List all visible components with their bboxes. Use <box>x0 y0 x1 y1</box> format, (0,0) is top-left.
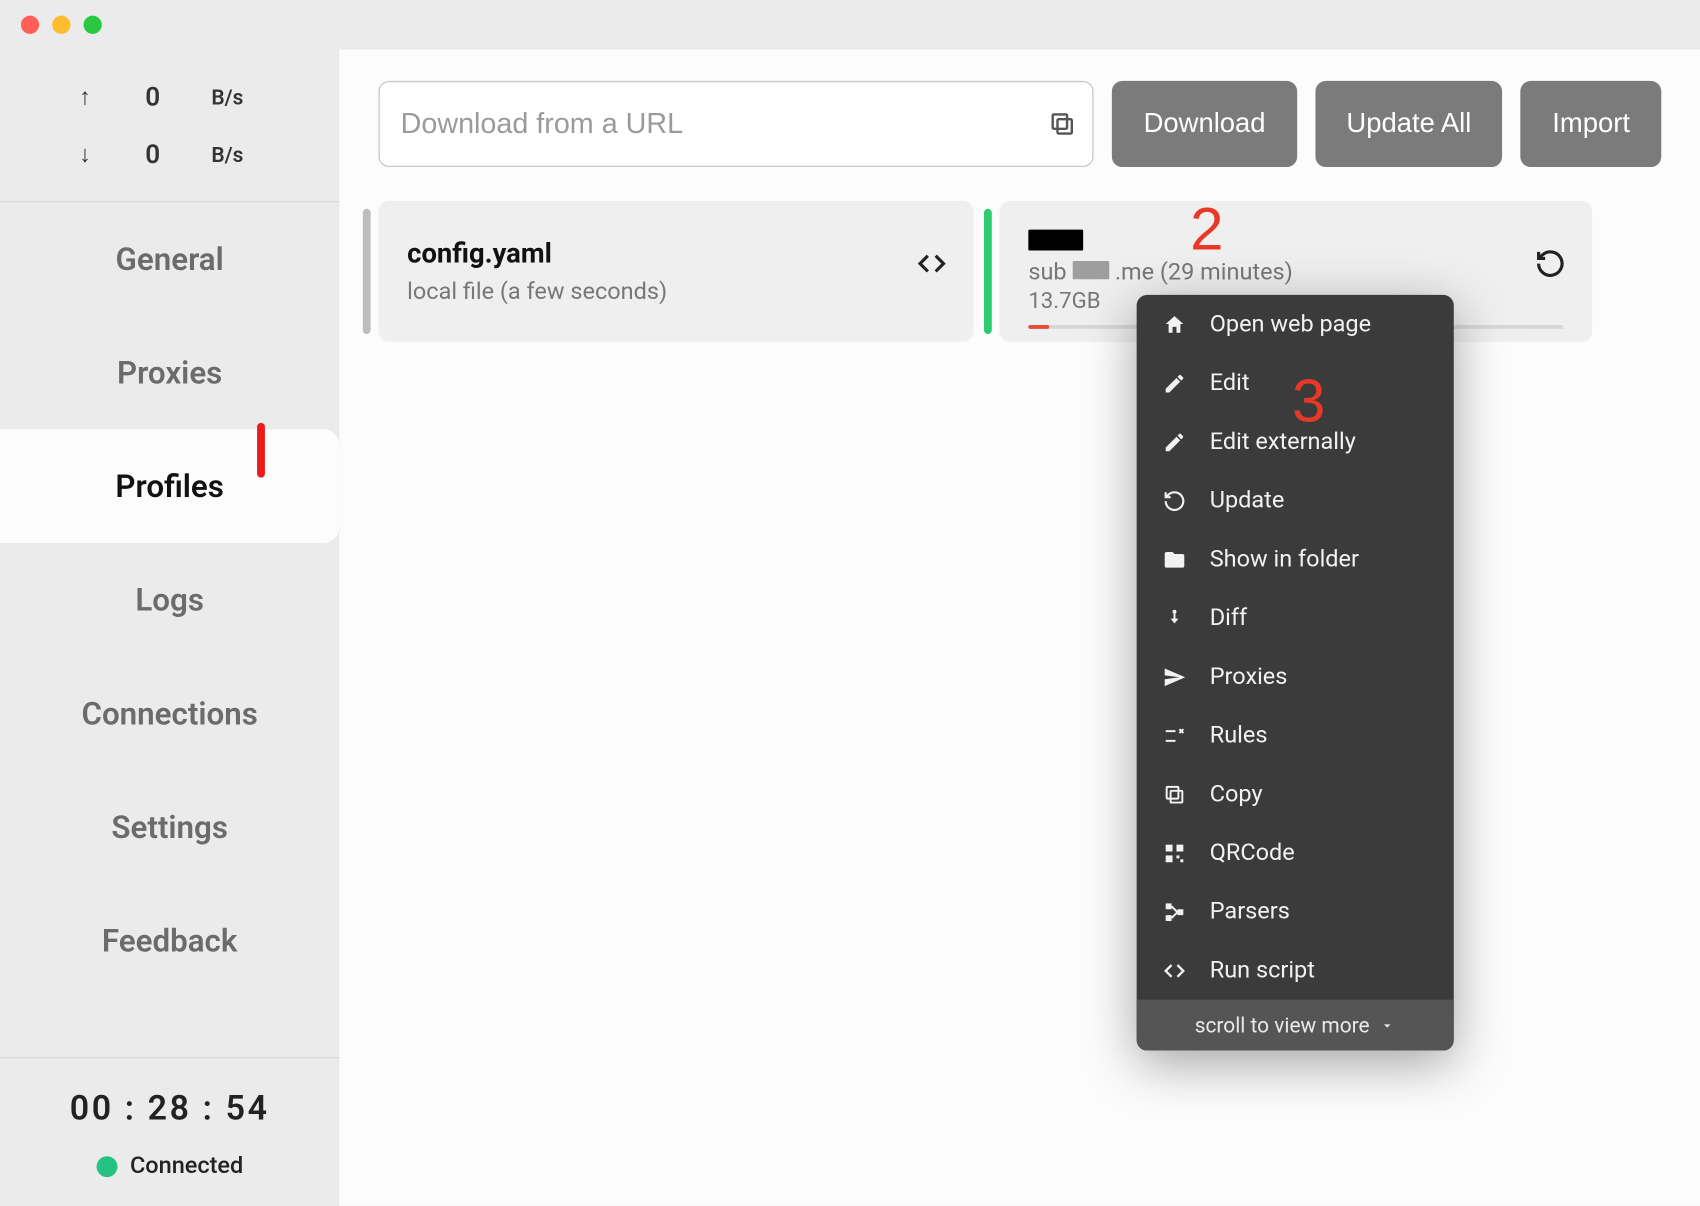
sidebar-nav: General Proxies Profiles Logs Connection… <box>0 202 339 997</box>
connection-status: Connected <box>0 1152 339 1179</box>
upload-speed-value: 0 <box>131 81 175 112</box>
window-maximize-button[interactable] <box>84 16 102 34</box>
remote-sub-suffix: .me (29 minutes) <box>1115 258 1293 285</box>
code-icon <box>1163 959 1186 982</box>
upload-speed-row: ↑ 0 B/s <box>31 68 308 125</box>
card-indicator <box>363 209 371 334</box>
redacted-text <box>1072 260 1109 278</box>
ctx-rules[interactable]: Rules <box>1137 706 1454 765</box>
rules-icon <box>1163 724 1186 747</box>
profile-subtitle: local file (a few seconds) <box>407 277 945 304</box>
sidebar-item-connections[interactable]: Connections <box>0 656 339 770</box>
ctx-label: Edit externally <box>1210 428 1356 455</box>
ctx-diff[interactable]: Diff <box>1137 589 1454 648</box>
profile-cards: config.yaml local file (a few seconds) s… <box>378 201 1661 342</box>
download-button[interactable]: Download <box>1112 81 1297 167</box>
refresh-icon[interactable] <box>1535 248 1566 279</box>
ctx-scroll-more[interactable]: scroll to view more <box>1137 1000 1454 1051</box>
ctx-label: Run script <box>1210 957 1315 984</box>
folder-icon <box>1163 547 1186 570</box>
sidebar-item-profiles[interactable]: Profiles <box>0 429 339 543</box>
download-speed-value: 0 <box>131 138 175 169</box>
uptime-display: 00 : 28 : 54 <box>0 1090 339 1129</box>
ctx-edit[interactable]: Edit <box>1137 354 1454 413</box>
send-icon <box>1163 665 1186 688</box>
ctx-edit-externally[interactable]: Edit externally <box>1137 412 1454 471</box>
ctx-label: Open web page <box>1210 311 1371 338</box>
upload-arrow-icon: ↑ <box>76 83 94 110</box>
ctx-label: Copy <box>1210 780 1263 807</box>
profile-subtitle-remote: sub .me (29 minutes) <box>1028 258 1563 285</box>
ctx-qrcode[interactable]: QRCode <box>1137 823 1454 882</box>
ctx-run-script[interactable]: Run script <box>1137 941 1454 1000</box>
parsers-icon <box>1163 900 1186 923</box>
pencil-icon <box>1163 430 1186 453</box>
chevron-down-icon <box>1380 1017 1396 1033</box>
profile-title: config.yaml <box>407 238 945 269</box>
download-speed-row: ↓ 0 B/s <box>31 125 308 182</box>
ctx-label: Update <box>1210 487 1285 514</box>
window-minimize-button[interactable] <box>52 16 70 34</box>
refresh-icon <box>1163 489 1186 512</box>
window-close-button[interactable] <box>21 16 39 34</box>
sidebar: ↑ 0 B/s ↓ 0 B/s General Proxies Profiles… <box>0 50 339 1206</box>
connection-status-label: Connected <box>130 1152 243 1179</box>
download-speed-unit: B/s <box>211 142 243 167</box>
paste-icon[interactable] <box>1048 110 1077 139</box>
ctx-label: Rules <box>1210 722 1268 749</box>
diff-icon <box>1163 606 1186 629</box>
remote-sub-prefix: sub <box>1028 258 1066 285</box>
qrcode-icon <box>1163 841 1186 864</box>
ctx-label: Show in folder <box>1210 545 1359 572</box>
ctx-update[interactable]: Update <box>1137 471 1454 530</box>
copy-icon <box>1163 782 1186 805</box>
upload-speed-unit: B/s <box>211 84 243 109</box>
profile-title-remote <box>1028 229 1563 250</box>
usage-progress-fill <box>1028 325 1049 329</box>
profile-card-local[interactable]: config.yaml local file (a few seconds) <box>378 201 973 342</box>
card-indicator-active <box>984 209 992 334</box>
ctx-proxies[interactable]: Proxies <box>1137 647 1454 706</box>
import-button[interactable]: Import <box>1521 81 1661 167</box>
ctx-show-in-folder[interactable]: Show in folder <box>1137 530 1454 589</box>
sidebar-item-logs[interactable]: Logs <box>0 543 339 657</box>
ctx-open-web-page[interactable]: Open web page <box>1137 295 1454 354</box>
window-titlebar <box>0 0 1700 50</box>
sidebar-item-feedback[interactable]: Feedback <box>0 883 339 997</box>
url-input[interactable] <box>401 107 1049 141</box>
update-all-button[interactable]: Update All <box>1315 81 1503 167</box>
redacted-text <box>1028 229 1083 250</box>
ctx-label: Parsers <box>1210 898 1290 925</box>
context-menu: Open web page Edit Edit externally Updat… <box>1137 295 1454 1051</box>
speed-meter: ↑ 0 B/s ↓ 0 B/s <box>0 50 339 203</box>
ctx-label: Proxies <box>1210 663 1288 690</box>
ctx-copy[interactable]: Copy <box>1137 765 1454 824</box>
ctx-label: Diff <box>1210 604 1247 631</box>
sidebar-item-proxies[interactable]: Proxies <box>0 316 339 430</box>
code-icon[interactable] <box>916 248 947 279</box>
download-arrow-icon: ↓ <box>76 140 94 167</box>
ctx-parsers[interactable]: Parsers <box>1137 882 1454 941</box>
sidebar-item-general[interactable]: General <box>0 202 339 316</box>
status-dot-icon <box>96 1156 117 1177</box>
url-input-container <box>378 81 1094 167</box>
ctx-label: QRCode <box>1210 839 1295 866</box>
ctx-footer-label: scroll to view more <box>1195 1013 1370 1038</box>
main-content: Download Update All Import config.yaml l… <box>339 50 1700 1206</box>
sidebar-item-settings[interactable]: Settings <box>0 770 339 884</box>
home-icon <box>1163 313 1186 336</box>
sidebar-status: 00 : 28 : 54 Connected <box>0 1057 339 1206</box>
ctx-label: Edit <box>1210 369 1250 396</box>
pencil-icon <box>1163 371 1186 394</box>
toolbar: Download Update All Import <box>378 81 1661 167</box>
